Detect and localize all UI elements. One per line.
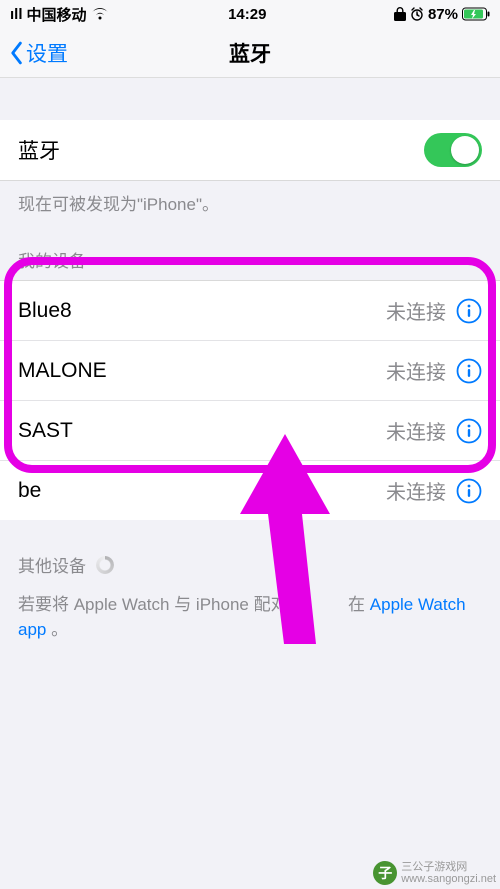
device-row[interactable]: Blue8 未连接 bbox=[0, 281, 500, 341]
device-row[interactable]: SAST 未连接 bbox=[0, 401, 500, 461]
battery-pct: 87% bbox=[428, 6, 458, 23]
nav-bar: 设置 蓝牙 bbox=[0, 28, 500, 78]
status-bar: ıll 中国移动 14:29 87% bbox=[0, 0, 500, 28]
info-icon[interactable] bbox=[456, 478, 482, 504]
info-icon[interactable] bbox=[456, 358, 482, 384]
bluetooth-toggle-row[interactable]: 蓝牙 bbox=[0, 120, 500, 181]
status-right: 87% bbox=[394, 6, 490, 23]
device-status: 未连接 bbox=[386, 416, 446, 445]
back-label: 设置 bbox=[26, 38, 68, 68]
device-status: 未连接 bbox=[386, 356, 446, 385]
wifi-icon bbox=[91, 7, 109, 21]
alarm-icon bbox=[410, 7, 424, 21]
my-devices-header: 我的设备 bbox=[0, 215, 500, 280]
device-name: Blue8 bbox=[18, 299, 72, 323]
other-devices-header: 其他设备 bbox=[0, 520, 500, 585]
chevron-left-icon bbox=[8, 41, 24, 65]
bluetooth-switch[interactable] bbox=[424, 133, 482, 167]
lock-icon bbox=[394, 7, 406, 21]
other-devices-label: 其他设备 bbox=[18, 552, 86, 577]
watermark-title: 三公子游戏网 bbox=[401, 861, 496, 873]
battery-icon bbox=[462, 7, 490, 21]
bluetooth-label: 蓝牙 bbox=[18, 135, 60, 165]
device-row[interactable]: be 未连接 bbox=[0, 461, 500, 520]
info-icon[interactable] bbox=[456, 298, 482, 324]
status-left: ıll 中国移动 bbox=[10, 4, 109, 25]
watermark: 子 三公子游戏网 www.sangongzi.net bbox=[373, 861, 496, 885]
device-status: 未连接 bbox=[386, 476, 446, 505]
pairing-text: 若要将 Apple Watch 与 iPhone 配对 ，请前 在 Apple … bbox=[0, 585, 500, 650]
page-title: 蓝牙 bbox=[229, 38, 271, 68]
clock: 14:29 bbox=[228, 6, 266, 23]
signal-icon: ıll bbox=[10, 6, 23, 23]
carrier-label: 中国移动 bbox=[27, 4, 87, 25]
device-name: MALONE bbox=[18, 359, 107, 383]
device-row[interactable]: MALONE 未连接 bbox=[0, 341, 500, 401]
my-devices-list: Blue8 未连接 MALONE 未连接 SAST 未连接 be 未连接 bbox=[0, 280, 500, 520]
discoverable-text: 现在可被发现为"iPhone"。 bbox=[0, 181, 500, 215]
info-icon[interactable] bbox=[456, 418, 482, 444]
device-name: SAST bbox=[18, 419, 73, 443]
spinner-icon bbox=[96, 556, 114, 574]
device-status: 未连接 bbox=[386, 296, 446, 325]
back-button[interactable]: 设置 bbox=[8, 38, 68, 68]
watermark-url: www.sangongzi.net bbox=[401, 873, 496, 885]
device-name: be bbox=[18, 479, 41, 503]
watermark-logo-icon: 子 bbox=[373, 861, 397, 885]
